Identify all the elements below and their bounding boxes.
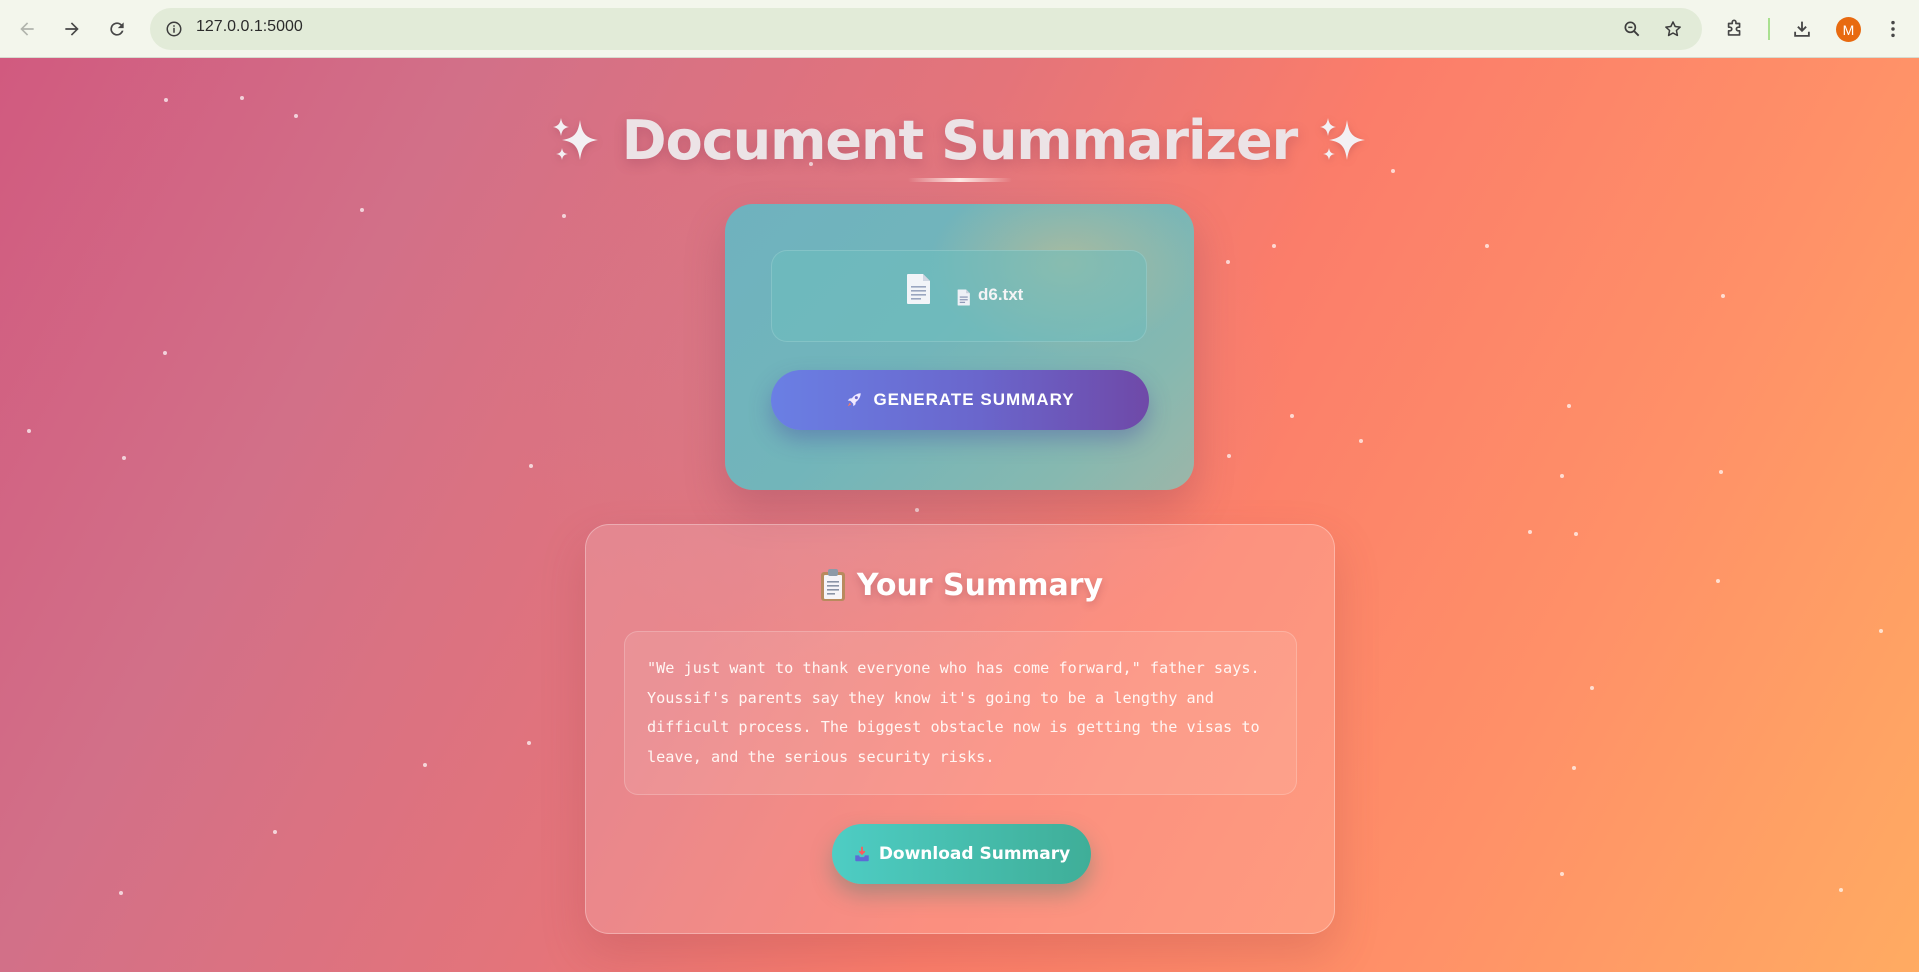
site-info-button[interactable] [160, 15, 188, 43]
bookmark-button[interactable] [1659, 15, 1687, 43]
sparkles-icon [1320, 118, 1366, 160]
background-particle [1839, 888, 1843, 892]
site-info-icon [166, 21, 182, 37]
background-particle [163, 351, 167, 355]
arrow-right-icon [65, 22, 79, 36]
selected-file-name: d6.txt [978, 285, 1024, 304]
background-particle [1272, 244, 1276, 248]
background-particle [1567, 404, 1571, 408]
address-bar[interactable]: 127.0.0.1:5000 [150, 8, 1702, 50]
background-particle [360, 208, 364, 212]
background-particle [119, 891, 123, 895]
zoom-button[interactable] [1618, 15, 1646, 43]
background-particle [562, 214, 566, 218]
background-particle [1572, 766, 1576, 770]
document-icon [907, 274, 930, 304]
background-particle [1574, 532, 1578, 536]
background-particle [1290, 414, 1294, 418]
profile-avatar[interactable]: M [1836, 17, 1861, 42]
summary-heading: Your Summary [856, 567, 1104, 603]
star-icon [1665, 21, 1681, 37]
background-particle [1560, 474, 1564, 478]
background-particle [1560, 872, 1564, 876]
arrow-left-icon [20, 22, 34, 36]
browser-menu-button[interactable] [1878, 14, 1908, 44]
extensions-button[interactable] [1720, 14, 1750, 44]
download-summary-label: Download Summary [878, 844, 1071, 864]
background-particle [527, 741, 531, 745]
background-particle [1879, 629, 1883, 633]
background-particle [27, 429, 31, 433]
title-underline [908, 178, 1012, 182]
clipboard-icon [820, 569, 845, 601]
background-particle [1719, 470, 1723, 474]
back-button[interactable] [10, 12, 44, 46]
sparkles-icon [552, 118, 598, 160]
summary-line: leave, and the serious security risks. [647, 747, 995, 766]
background-particle [1359, 439, 1363, 443]
background-particle [1590, 686, 1594, 690]
background-particle [1226, 260, 1230, 264]
page-title: Document Summarizer [621, 108, 1298, 172]
downloads-button[interactable] [1787, 14, 1817, 44]
rocket-icon [848, 393, 862, 407]
upload-card: d6.txt GENERATE SUMMARY [725, 204, 1194, 490]
summary-line: "We just want to thank everyone who has … [647, 659, 1260, 677]
background-particle [1721, 294, 1725, 298]
background-particle [915, 508, 919, 512]
reload-icon [110, 22, 124, 36]
background-particle [273, 830, 277, 834]
background-particle [1485, 244, 1489, 248]
browser-toolbar: 127.0.0.1:5000 M [0, 0, 1919, 58]
forward-button[interactable] [55, 12, 89, 46]
summary-line: difficult process. The biggest obstacle … [647, 718, 1260, 736]
background-particle [1528, 530, 1532, 534]
app-page: Document Summarizer d6.txt GENERATE SUMM… [0, 58, 1919, 972]
background-particle [122, 456, 126, 460]
summary-header: Your Summary [586, 563, 1336, 607]
reload-button[interactable] [100, 12, 134, 46]
download-summary-button[interactable]: Download Summary [832, 824, 1091, 884]
summary-line: Youssif's parents say they know it's goi… [647, 688, 1214, 707]
file-upload-area[interactable]: d6.txt [771, 250, 1147, 342]
download-icon [1794, 21, 1810, 37]
kebab-menu-icon [1891, 20, 1895, 38]
summary-text-box: "We just want to thank everyone who has … [624, 631, 1297, 795]
inbox-tray-icon [855, 846, 869, 862]
background-particle [423, 763, 427, 767]
url-text[interactable]: 127.0.0.1:5000 [196, 18, 303, 36]
zoom-icon [1624, 21, 1640, 37]
page-header: Document Summarizer [0, 100, 1919, 180]
generate-summary-button[interactable]: GENERATE SUMMARY [771, 370, 1149, 430]
background-particle [1227, 454, 1231, 458]
background-particle [1716, 579, 1720, 583]
generate-summary-label: GENERATE SUMMARY [873, 390, 1075, 409]
toolbar-divider [1768, 18, 1770, 40]
summary-card: Your Summary "We just want to thank ever… [585, 524, 1335, 934]
puzzle-icon [1727, 19, 1741, 36]
document-icon [957, 289, 970, 306]
background-particle [529, 464, 533, 468]
